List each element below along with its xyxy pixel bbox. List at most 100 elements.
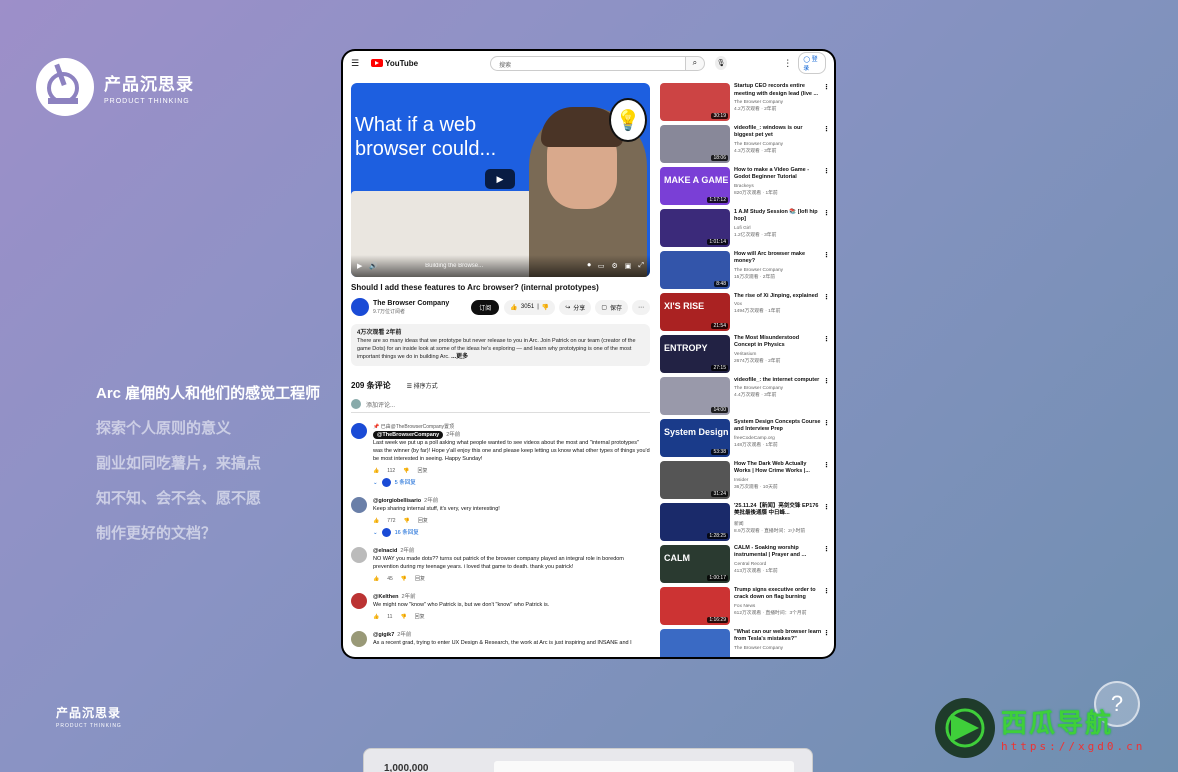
more-options-icon[interactable]: ⋮ [823,587,830,595]
recommended-video[interactable]: 1:01:14 1 A.M Study Session 📚 [lofi hip … [660,208,830,248]
recommended-channel[interactable]: The Browser Company [734,646,822,651]
comment-like-icon[interactable]: 👍 [373,467,379,475]
autoplay-toggle-icon[interactable]: ⏺ [587,262,591,270]
more-options-icon[interactable]: ⋮ [823,335,830,343]
comment-dislike-icon[interactable]: 👎 [404,517,410,525]
more-options-icon[interactable]: ⋮ [823,83,830,91]
subscribe-button[interactable]: 订阅 [471,299,500,315]
comment-avatar[interactable] [351,631,367,647]
recommended-video[interactable]: ENTROPY 27:15 The Most Misunderstood Con… [660,334,830,374]
comment-dislike-icon[interactable]: 👎 [401,575,407,583]
recommended-video[interactable]: 8:48 How will Arc browser make money? Th… [660,250,830,290]
comment-reply-button[interactable]: 回复 [417,467,427,475]
channel-avatar[interactable] [351,298,369,316]
recommended-title[interactable]: 1 A.M Study Session 📚 [lofi hip hop] [734,209,822,224]
settings-gear-icon[interactable]: ⚙ [611,262,617,270]
recommended-title[interactable]: CALM - Soaking worship instrumental | Pr… [734,545,822,560]
recommended-video[interactable]: 1:28:25 '25.11.24【新闻】亮剑交锋 EP176 美批最後通牒 中… [660,502,830,542]
more-options-icon[interactable]: ⋮ [823,293,830,301]
more-options-icon[interactable]: ⋮ [823,419,830,427]
fullscreen-icon[interactable]: ⤢ [638,262,644,270]
video-thumbnail[interactable]: 8:48 [660,250,730,290]
more-options-icon[interactable]: ⋮ [783,58,792,69]
video-thumbnail[interactable]: XI'S RISE 21:54 [660,292,730,332]
comment-user[interactable]: @giorgiobellisario 2年前 [373,497,650,505]
comment-dislike-icon[interactable]: 👎 [403,467,409,475]
recommended-video[interactable]: 1:16:29 Trump signs executive order to c… [660,586,830,626]
youtube-logo[interactable]: YouTube [371,59,418,68]
sort-button[interactable]: ☰ 排序方式 [407,381,438,390]
comment-reply-button[interactable]: 回复 [415,613,425,621]
search-button[interactable]: ⌕ [685,55,706,71]
recommended-video[interactable]: CALM 1:00:17 CALM - Soaking worship inst… [660,544,830,584]
comment-replies-button[interactable]: ⌄ 16 条回复 [373,528,650,537]
recommended-channel[interactable]: 新闻 [734,520,822,527]
comment-like-icon[interactable]: 👍 [373,517,379,525]
recommended-video[interactable]: 31:24 How The Dark Web Actually Works | … [660,460,830,500]
comment-avatar[interactable] [351,497,367,513]
recommended-title[interactable]: Trump signs executive order to crack dow… [734,587,822,602]
comment-avatar[interactable] [351,547,367,563]
recommended-title[interactable]: The Most Misunderstood Concept in Physic… [734,335,822,350]
menu-item-side-job[interactable]: 副业如同吃薯片，来搞点 [96,446,320,481]
video-thumbnail[interactable]: MAKE A GAME 1:17:12 [660,166,730,206]
mic-icon[interactable]: 🎙 [715,56,728,70]
video-player[interactable]: What if a web browser could... 💡 ▶ ▶ 🔊 Bu… [351,83,650,277]
play-control-icon[interactable]: ▶ [357,262,362,270]
comment-user[interactable]: @TheBrowserCompany 2年前 [373,431,650,439]
channel-name[interactable]: The Browser Company [373,300,449,307]
comment-like-icon[interactable]: 👍 [373,575,379,583]
more-options-icon[interactable]: ⋮ [823,461,830,469]
search-input[interactable]: 搜索 [490,55,686,71]
menu-item-arc[interactable]: Arc 雇佣的人和他们的感觉工程师 [96,376,320,411]
volume-icon[interactable]: 🔊 [369,262,378,270]
recommended-video[interactable]: 14:00 videofile_: the internet computer … [660,376,830,416]
comment-like-icon[interactable]: 👍 [373,613,379,621]
recommended-video[interactable]: XI'S RISE 21:54 The rise of Xi Jinping, … [660,292,830,332]
menu-item-docs[interactable]: 制作更好的文档？ [96,516,320,551]
video-thumbnail[interactable] [660,628,730,657]
recommended-title[interactable]: "What can our web browser learn from Tes… [734,629,822,644]
miniplayer-icon[interactable]: ▣ [625,262,632,270]
save-button[interactable]: ▢ 保存 [595,299,628,315]
recommended-title[interactable]: videofile_: windows is our biggest pet y… [734,125,822,140]
video-thumbnail[interactable]: 31:24 [660,460,730,500]
video-thumbnail[interactable]: 30:19 [660,83,730,122]
recommended-title[interactable]: videofile_: the internet computer [734,377,822,385]
more-options-icon[interactable]: ⋮ [823,167,830,175]
chapter-label[interactable]: Building the Browse... [425,263,483,269]
comment-user[interactable]: @gigik7 2年前 [373,631,650,639]
recommended-video[interactable]: System Design 53:38 System Design Concep… [660,418,830,458]
video-thumbnail[interactable]: 1:01:14 [660,208,730,248]
play-button-icon[interactable]: ▶ [485,169,515,189]
video-thumbnail[interactable]: ENTROPY 27:15 [660,334,730,374]
description-more[interactable]: ...更多 [451,354,468,360]
recommended-title[interactable]: How to make a Video Game - Godot Beginne… [734,167,822,182]
recommended-title[interactable]: How will Arc browser make money? [734,251,822,266]
comment-avatar[interactable] [351,593,367,609]
share-button[interactable]: ↪ 分享 [559,299,592,315]
comment-reply-button[interactable]: 回复 [415,575,425,583]
comment-reply-button[interactable]: 回复 [418,517,428,525]
like-button[interactable]: 👍 3051 | 👎 [504,299,556,315]
more-options-icon[interactable]: ⋮ [823,629,830,637]
recommended-video[interactable]: 30:19 Startup CEO records entire meeting… [660,83,830,122]
recommended-title[interactable]: '25.11.24【新闻】亮剑交锋 EP176 美批最後通牒 中日峰... [734,503,822,518]
recommended-video[interactable]: MAKE A GAME 1:17:12 How to make a Video … [660,166,830,206]
recommended-title[interactable]: The rise of Xi Jinping, explained [734,293,822,301]
hamburger-menu-icon[interactable]: ☰ [351,58,359,69]
video-thumbnail[interactable]: 18:06 [660,124,730,164]
more-actions-icon[interactable]: ⋯ [632,299,650,315]
recommended-video[interactable]: "What can our web browser learn from Tes… [660,628,830,657]
recommended-video[interactable]: 18:06 videofile_: windows is our biggest… [660,124,830,164]
menu-item-principles[interactable]: 探索个人原则的意义 [96,411,320,446]
more-options-icon[interactable]: ⋮ [823,209,830,217]
more-options-icon[interactable]: ⋮ [823,377,830,385]
more-options-icon[interactable]: ⋮ [823,125,830,133]
video-thumbnail[interactable]: CALM 1:00:17 [660,544,730,584]
comment-replies-button[interactable]: ⌄ 5 条回复 [373,478,650,487]
recommended-title[interactable]: Startup CEO records entire meeting with … [734,83,822,98]
comment-dislike-icon[interactable]: 👎 [400,613,406,621]
comment-user[interactable]: @elnacid 2年前 [373,547,650,555]
login-button[interactable]: ◯ 登录 [798,52,826,74]
